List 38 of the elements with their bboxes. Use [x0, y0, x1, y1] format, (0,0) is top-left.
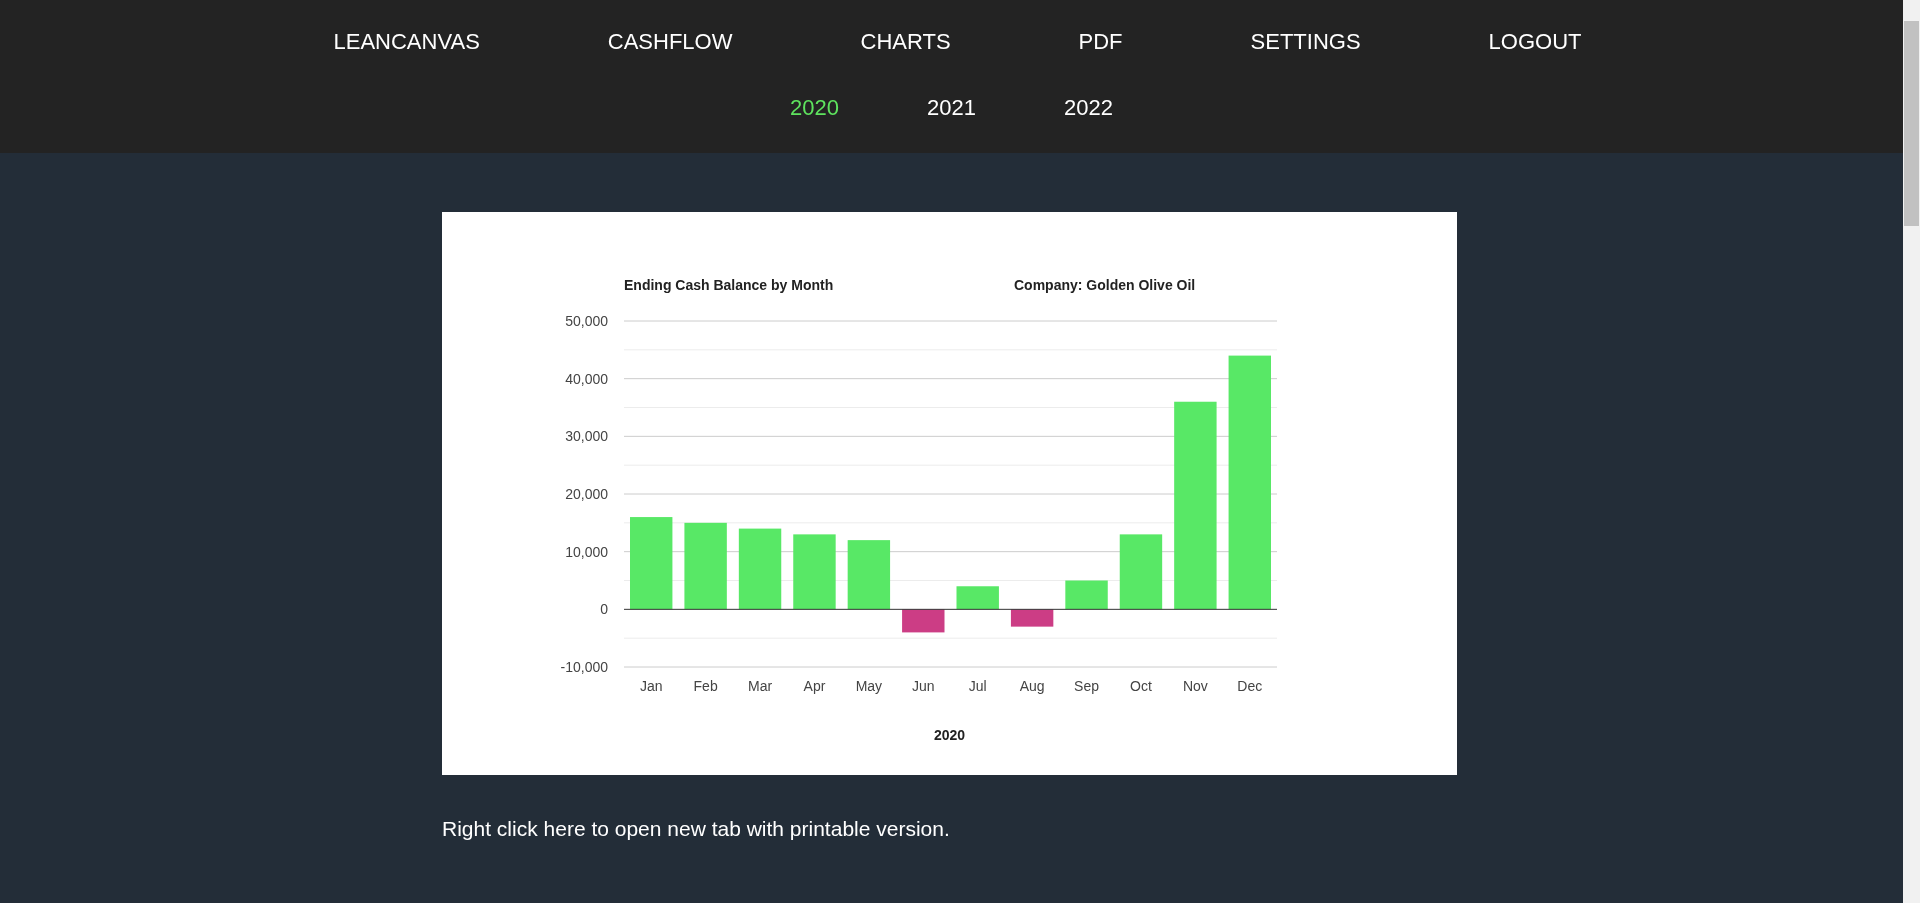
company-name: Company: Golden Olive Oil	[1014, 277, 1196, 293]
year-tab[interactable]: 2021	[927, 95, 976, 121]
x-tick-label: May	[855, 678, 883, 694]
y-tick-label: -10,000	[560, 659, 608, 675]
x-tick-label: Apr	[803, 678, 826, 694]
nav-link[interactable]: LEANCANVAS	[333, 29, 480, 55]
x-tick-label: Jul	[968, 678, 987, 694]
scrollbar-thumb[interactable]	[1904, 21, 1919, 226]
scrollbar[interactable]	[1903, 0, 1920, 903]
x-axis-title: 2020	[933, 727, 966, 743]
year-tab[interactable]: 2020	[790, 95, 839, 121]
y-tick-label: 50,000	[565, 313, 608, 329]
x-tick-label: Jan	[639, 678, 663, 694]
bar	[847, 540, 891, 610]
nav-link[interactable]: CASHFLOW	[607, 29, 733, 55]
x-tick-label: Dec	[1237, 678, 1263, 694]
x-tick-label: Aug	[1019, 678, 1045, 694]
nav-link[interactable]: LOGOUT	[1488, 29, 1582, 55]
x-tick-label: Oct	[1130, 678, 1152, 694]
x-tick-label: Sep	[1074, 678, 1099, 694]
bar	[956, 586, 999, 610]
y-tick-label: 30,000	[565, 428, 608, 445]
printable-version-link[interactable]: Right click here to open new tab with printable version.	[442, 817, 950, 840]
bar	[1065, 580, 1108, 610]
chart-title: Ending Cash Balance by Month	[624, 277, 834, 293]
x-tick-label: Jun	[912, 678, 935, 694]
x-tick-label: Nov	[1182, 678, 1208, 694]
nav-link[interactable]: CHARTS	[860, 29, 951, 55]
year-tab[interactable]: 2022	[1063, 95, 1113, 121]
y-tick-label: 20,000	[565, 486, 608, 502]
y-tick-label: 10,000	[565, 543, 608, 560]
y-tick-label: 40,000	[565, 370, 608, 387]
y-tick-label: 0	[600, 601, 608, 618]
nav-link[interactable]: PDF	[1078, 29, 1123, 55]
bar	[902, 609, 945, 633]
nav-link[interactable]: SETTINGS	[1250, 29, 1361, 55]
x-tick-label: Feb	[693, 678, 718, 694]
x-tick-label: Mar	[748, 678, 773, 694]
